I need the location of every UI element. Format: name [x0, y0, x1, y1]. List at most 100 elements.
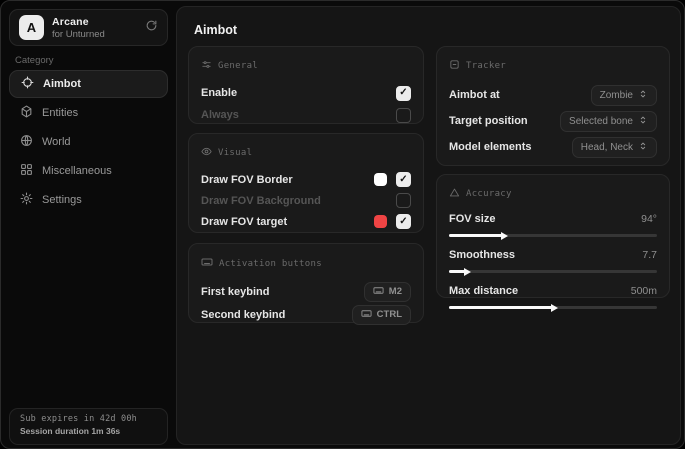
setting-row-target-position: Target position Selected bone — [449, 108, 657, 134]
sidebar-item-aimbot[interactable]: Aimbot — [9, 70, 168, 98]
accuracy-card-header: Accuracy — [449, 187, 657, 201]
globe-icon — [20, 134, 33, 150]
fov-target-checkbox[interactable] — [396, 214, 411, 229]
app-logo: A — [19, 15, 44, 40]
fov-border-checkbox[interactable] — [396, 172, 411, 187]
fov-target-color-swatch[interactable] — [374, 215, 387, 228]
smoothness-slider[interactable] — [449, 270, 657, 273]
sync-icon[interactable] — [145, 19, 158, 37]
general-card: General Enable Always — [188, 46, 424, 124]
setting-row-always: Always — [201, 104, 411, 126]
eye-icon — [201, 146, 212, 160]
first-keybind-button[interactable]: M2 — [364, 282, 411, 302]
setting-row-fov-border: Draw FOV Border — [201, 169, 411, 190]
chevrons-up-down-icon — [638, 141, 648, 154]
sidebar-item-entities[interactable]: Entities — [9, 99, 168, 127]
select-value: Zombie — [600, 90, 633, 101]
grid-icon — [20, 163, 33, 179]
visual-card: Visual Draw FOV Border Draw FOV Backgrou… — [188, 133, 424, 233]
app-subtitle: for Unturned — [52, 29, 145, 40]
page-title: Aimbot — [194, 23, 237, 37]
activation-card: Activation buttons First keybind M2 Seco… — [188, 243, 424, 323]
sidebar-item-label: Aimbot — [43, 78, 81, 90]
general-card-header: General — [201, 59, 411, 73]
setting-label: Target position — [449, 115, 528, 127]
setting-row-fov-background: Draw FOV Background — [201, 190, 411, 211]
keyboard-icon — [201, 256, 213, 271]
card-title: General — [218, 61, 258, 71]
max-distance-value: 500m — [631, 285, 657, 297]
card-title: Accuracy — [466, 189, 512, 199]
sidebar-item-settings[interactable]: Settings — [9, 186, 168, 214]
second-keybind-button[interactable]: CTRL — [352, 305, 411, 325]
smoothness-value: 7.7 — [642, 249, 657, 261]
keybind-value: M2 — [389, 286, 402, 297]
sidebar-item-label: Miscellaneous — [42, 165, 112, 177]
card-title: Activation buttons — [219, 259, 322, 269]
keyboard-icon — [373, 285, 384, 299]
setting-label: Always — [201, 109, 239, 121]
sidebar-item-label: Entities — [42, 107, 78, 119]
setting-row-smoothness: Smoothness 7.7 — [449, 246, 657, 273]
model-elements-select[interactable]: Head, Neck — [572, 137, 657, 158]
setting-label: Max distance — [449, 285, 518, 297]
setting-label: FOV size — [449, 213, 495, 225]
setting-row-enable: Enable — [201, 82, 411, 104]
fov-size-value: 94° — [641, 213, 657, 225]
fov-background-checkbox[interactable] — [396, 193, 411, 208]
accuracy-card: Accuracy FOV size 94° Smoothness 7.7 — [436, 174, 670, 298]
setting-row-model-elements: Model elements Head, Neck — [449, 134, 657, 160]
app-window: A Arcane for Unturned Category Aimbot — [0, 0, 685, 449]
setting-label: Smoothness — [449, 249, 515, 261]
sidebar-item-world[interactable]: World — [9, 128, 168, 156]
sidebar-item-label: Settings — [42, 194, 82, 206]
keyboard-icon — [361, 308, 372, 322]
fov-border-color-swatch[interactable] — [374, 173, 387, 186]
slider-thumb[interactable] — [501, 232, 508, 240]
subscription-info-card: Sub expires in 42d 00h Session duration … — [9, 408, 168, 445]
setting-label: Second keybind — [201, 309, 285, 321]
sidebar-item-miscellaneous[interactable]: Miscellaneous — [9, 157, 168, 185]
sub-expiry-text: Sub expires in 42d 00h — [20, 414, 157, 424]
chevrons-up-down-icon — [638, 115, 648, 128]
setting-row-fov-size: FOV size 94° — [449, 210, 657, 237]
target-position-select[interactable]: Selected bone — [560, 111, 657, 132]
aimbot-at-select[interactable]: Zombie — [591, 85, 657, 106]
visual-card-header: Visual — [201, 146, 411, 160]
category-label: Category — [15, 55, 54, 66]
sliders-icon — [201, 59, 212, 73]
setting-label: Model elements — [449, 141, 532, 153]
triangle-icon — [449, 187, 460, 201]
setting-label: First keybind — [201, 286, 269, 298]
sidebar-nav: Aimbot Entities World — [9, 70, 168, 215]
enable-checkbox[interactable] — [396, 86, 411, 101]
setting-row-aimbot-at: Aimbot at Zombie — [449, 82, 657, 108]
crosshair-icon — [21, 76, 34, 92]
setting-label: Enable — [201, 87, 237, 99]
setting-row-fov-target: Draw FOV target — [201, 211, 411, 232]
activation-card-header: Activation buttons — [201, 256, 411, 271]
setting-label: Draw FOV Border — [201, 174, 293, 186]
keybind-value: CTRL — [377, 309, 402, 320]
always-checkbox[interactable] — [396, 108, 411, 123]
cube-icon — [20, 105, 33, 121]
card-title: Tracker — [466, 61, 506, 71]
setting-row-second-keybind: Second keybind CTRL — [201, 303, 411, 326]
setting-label: Draw FOV target — [201, 216, 287, 228]
sidebar: A Arcane for Unturned Category Aimbot — [1, 1, 176, 448]
app-title: Arcane — [52, 16, 145, 28]
slider-thumb[interactable] — [464, 268, 471, 276]
tracker-card: Tracker Aimbot at Zombie Target position… — [436, 46, 670, 166]
setting-row-first-keybind: First keybind M2 — [201, 280, 411, 303]
select-value: Selected bone — [569, 116, 633, 127]
box-minus-icon — [449, 59, 460, 73]
app-names: Arcane for Unturned — [52, 16, 145, 40]
select-value: Head, Neck — [581, 142, 633, 153]
gear-icon — [20, 192, 33, 208]
setting-row-max-distance: Max distance 500m — [449, 282, 657, 309]
setting-label: Aimbot at — [449, 89, 500, 101]
sidebar-item-label: World — [42, 136, 71, 148]
slider-thumb[interactable] — [551, 304, 558, 312]
max-distance-slider[interactable] — [449, 306, 657, 309]
fov-size-slider[interactable] — [449, 234, 657, 237]
